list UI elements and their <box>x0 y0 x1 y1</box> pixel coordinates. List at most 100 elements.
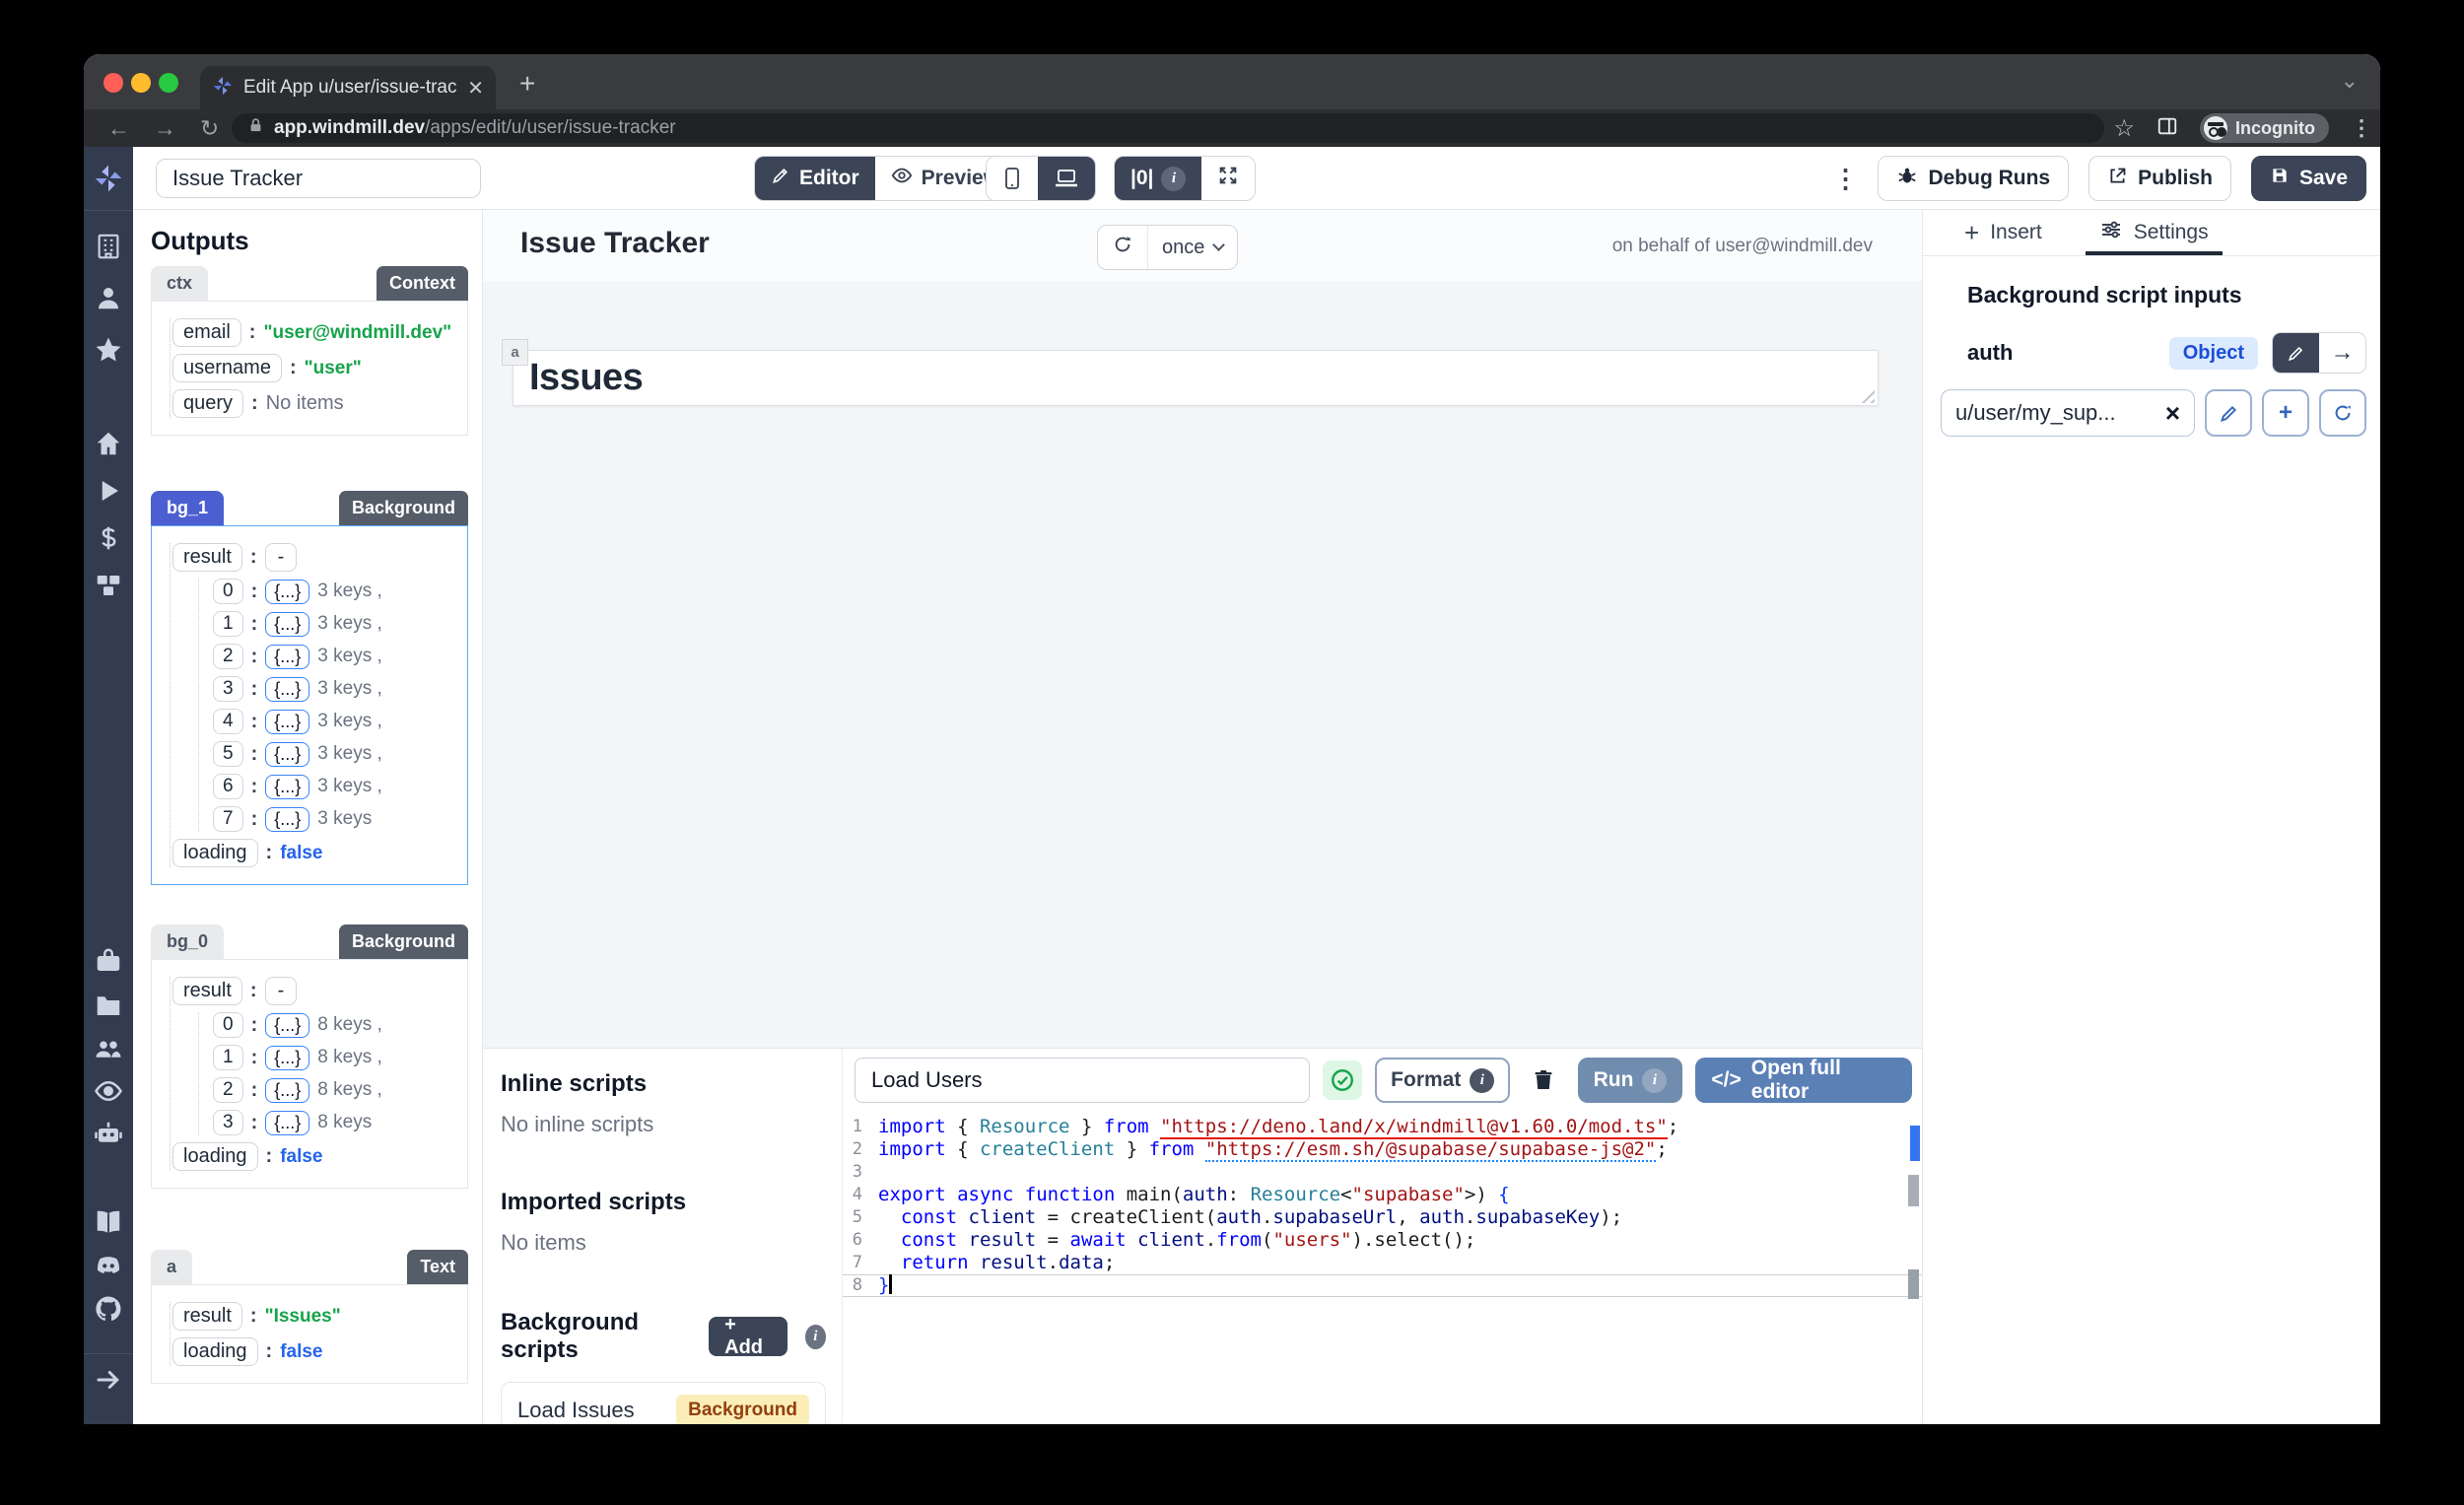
browser-menu-icon[interactable]: ⋮ <box>2351 115 2372 141</box>
sidebar-play-icon[interactable] <box>94 476 123 506</box>
sidebar-star-icon[interactable] <box>94 335 123 365</box>
tab-insert[interactable]: +Insert <box>1964 210 2042 255</box>
reload-icon[interactable]: ↻ <box>200 115 219 142</box>
editor-scrollbar[interactable] <box>1906 1112 1922 1424</box>
expand-object-chip[interactable]: {...} <box>265 677 309 702</box>
address-bar[interactable]: app.windmill.dev/apps/edit/u/user/issue-… <box>232 113 2104 143</box>
run-button[interactable]: Runi <box>1578 1058 1683 1103</box>
clear-icon[interactable]: × <box>2165 398 2180 429</box>
output-row[interactable]: result:"Issues" <box>172 1302 461 1331</box>
browser-tab[interactable]: Edit App u/user/issue-tracker ✕ <box>200 66 496 109</box>
tab-close-icon[interactable]: ✕ <box>467 76 484 101</box>
expand-object-chip[interactable]: {...} <box>265 710 309 734</box>
mobile-view-button[interactable] <box>987 157 1038 200</box>
sidebar-dollar-icon[interactable] <box>94 523 123 553</box>
result-item-row[interactable]: 1:{...}8 keys , <box>213 1045 461 1070</box>
format-button[interactable]: Formati <box>1375 1058 1510 1103</box>
windmill-logo-icon[interactable] <box>93 163 124 194</box>
result-item-row[interactable]: 2:{...}3 keys , <box>213 644 461 669</box>
text-component[interactable]: a Issues <box>513 350 1879 406</box>
debug-runs-button[interactable]: Debug Runs <box>1878 156 2069 201</box>
code-line-8[interactable]: 8} <box>843 1274 1922 1297</box>
background-script-item[interactable]: Load IssuesBackground <box>501 1382 826 1424</box>
output-id-tab[interactable]: bg_1 <box>151 491 224 525</box>
maximize-window-button[interactable] <box>159 73 178 93</box>
code-line-2[interactable]: 2import { createClient } from "https://e… <box>843 1138 1922 1161</box>
save-button[interactable]: Save <box>2251 156 2366 201</box>
expand-object-chip[interactable]: {...} <box>265 580 309 604</box>
forward-icon[interactable]: → <box>154 115 176 142</box>
sidebar-folder-icon[interactable] <box>94 991 123 1020</box>
bookmark-star-icon[interactable]: ☆ <box>2114 114 2136 143</box>
expand-object-chip[interactable]: {...} <box>265 1013 309 1038</box>
code-line-5[interactable]: 5 const client = createClient(auth.supab… <box>843 1206 1922 1229</box>
script-name-input[interactable] <box>855 1058 1310 1103</box>
code-editor[interactable]: 1import { Resource } from "https://deno.… <box>843 1112 1922 1424</box>
edit-resource-button[interactable] <box>2205 389 2252 437</box>
minimize-window-button[interactable] <box>131 73 151 93</box>
expand-object-chip[interactable]: {...} <box>265 742 309 767</box>
result-item-row[interactable]: 0:{...}3 keys , <box>213 579 461 604</box>
result-item-row[interactable]: 3:{...}8 keys <box>213 1110 461 1135</box>
sidebar-user-icon[interactable] <box>94 283 123 312</box>
app-name-input[interactable] <box>156 159 481 198</box>
expand-object-chip[interactable]: {...} <box>265 645 309 669</box>
sidebar-book-icon[interactable] <box>94 1207 123 1237</box>
app-menu-icon[interactable]: ⋮ <box>1832 164 1858 194</box>
result-item-row[interactable]: 7:{...}3 keys <box>213 806 461 832</box>
result-item-row[interactable]: 2:{...}8 keys , <box>213 1077 461 1103</box>
result-item-row[interactable]: 1:{...}3 keys , <box>213 611 461 637</box>
refresh-button[interactable] <box>1098 226 1148 269</box>
output-row[interactable]: username:"user" <box>172 354 461 382</box>
output-id-tab[interactable]: bg_0 <box>151 924 224 959</box>
result-item-row[interactable]: 0:{...}8 keys , <box>213 1012 461 1038</box>
code-line-7[interactable]: 7 return result.data; <box>843 1252 1922 1274</box>
delete-script-button[interactable] <box>1523 1059 1564 1102</box>
editor-mode-button[interactable]: Editor <box>755 157 875 200</box>
app-canvas[interactable]: Issue Tracker once on behalf of user@win… <box>483 210 1922 1048</box>
add-resource-button[interactable]: + <box>2262 389 2309 437</box>
expand-object-chip[interactable]: {...} <box>265 1111 309 1135</box>
sidebar-discord-icon[interactable] <box>94 1252 123 1281</box>
expand-object-chip[interactable]: {...} <box>265 807 309 832</box>
output-row[interactable]: email:"user@windmill.dev" <box>172 318 461 347</box>
add-background-script-button[interactable]: + Add <box>709 1317 787 1356</box>
fullscreen-button[interactable] <box>1201 157 1255 200</box>
close-window-button[interactable] <box>103 73 123 93</box>
sidebar-home-icon[interactable] <box>94 429 123 458</box>
sidebar-robot-icon[interactable] <box>94 1119 123 1148</box>
refresh-resource-button[interactable] <box>2319 389 2366 437</box>
side-panel-icon[interactable] <box>2156 115 2178 142</box>
expand-object-chip[interactable]: {...} <box>265 612 309 637</box>
refresh-mode-select[interactable]: once <box>1148 226 1237 269</box>
json-schema-button[interactable]: |0| i <box>1115 157 1201 200</box>
tab-search-chevron-icon[interactable]: ⌄ <box>2341 68 2359 94</box>
code-line-6[interactable]: 6 const result = await client.from("user… <box>843 1229 1922 1252</box>
output-id-tab[interactable]: a <box>151 1250 192 1284</box>
sidebar-building-icon[interactable] <box>94 232 123 261</box>
sidebar-jobs-icon[interactable] <box>94 946 123 976</box>
result-item-row[interactable]: 5:{...}3 keys , <box>213 741 461 767</box>
new-tab-button[interactable]: + <box>519 68 535 100</box>
code-line-4[interactable]: 4export async function main(auth: Resour… <box>843 1184 1922 1206</box>
desktop-view-button[interactable] <box>1038 157 1095 200</box>
result-item-row[interactable]: 4:{...}3 keys , <box>213 709 461 734</box>
sidebar-arrow-right-icon[interactable] <box>94 1365 123 1395</box>
output-row[interactable]: result:- <box>172 977 461 1005</box>
static-input-button[interactable] <box>2273 333 2319 373</box>
connect-input-button[interactable]: → <box>2319 333 2365 373</box>
expand-object-chip[interactable]: {...} <box>265 1078 309 1103</box>
component-id-chip[interactable]: a <box>502 339 528 366</box>
sidebar-groups-icon[interactable] <box>94 1034 123 1063</box>
back-icon[interactable]: ← <box>107 115 130 142</box>
code-line-3[interactable]: 3 <box>843 1161 1922 1184</box>
sidebar-eye-icon[interactable] <box>94 1076 123 1106</box>
output-row[interactable]: loading:false <box>172 1337 461 1366</box>
publish-button[interactable]: Publish <box>2088 156 2231 201</box>
resource-picker-input[interactable]: u/user/my_sup... × <box>1941 389 2195 437</box>
scrollbar-thumb[interactable] <box>1908 1175 1919 1206</box>
output-row[interactable]: query:No items <box>172 389 461 418</box>
result-item-row[interactable]: 6:{...}3 keys , <box>213 774 461 799</box>
result-item-row[interactable]: 3:{...}3 keys , <box>213 676 461 702</box>
output-row[interactable]: loading:false <box>172 1142 461 1171</box>
